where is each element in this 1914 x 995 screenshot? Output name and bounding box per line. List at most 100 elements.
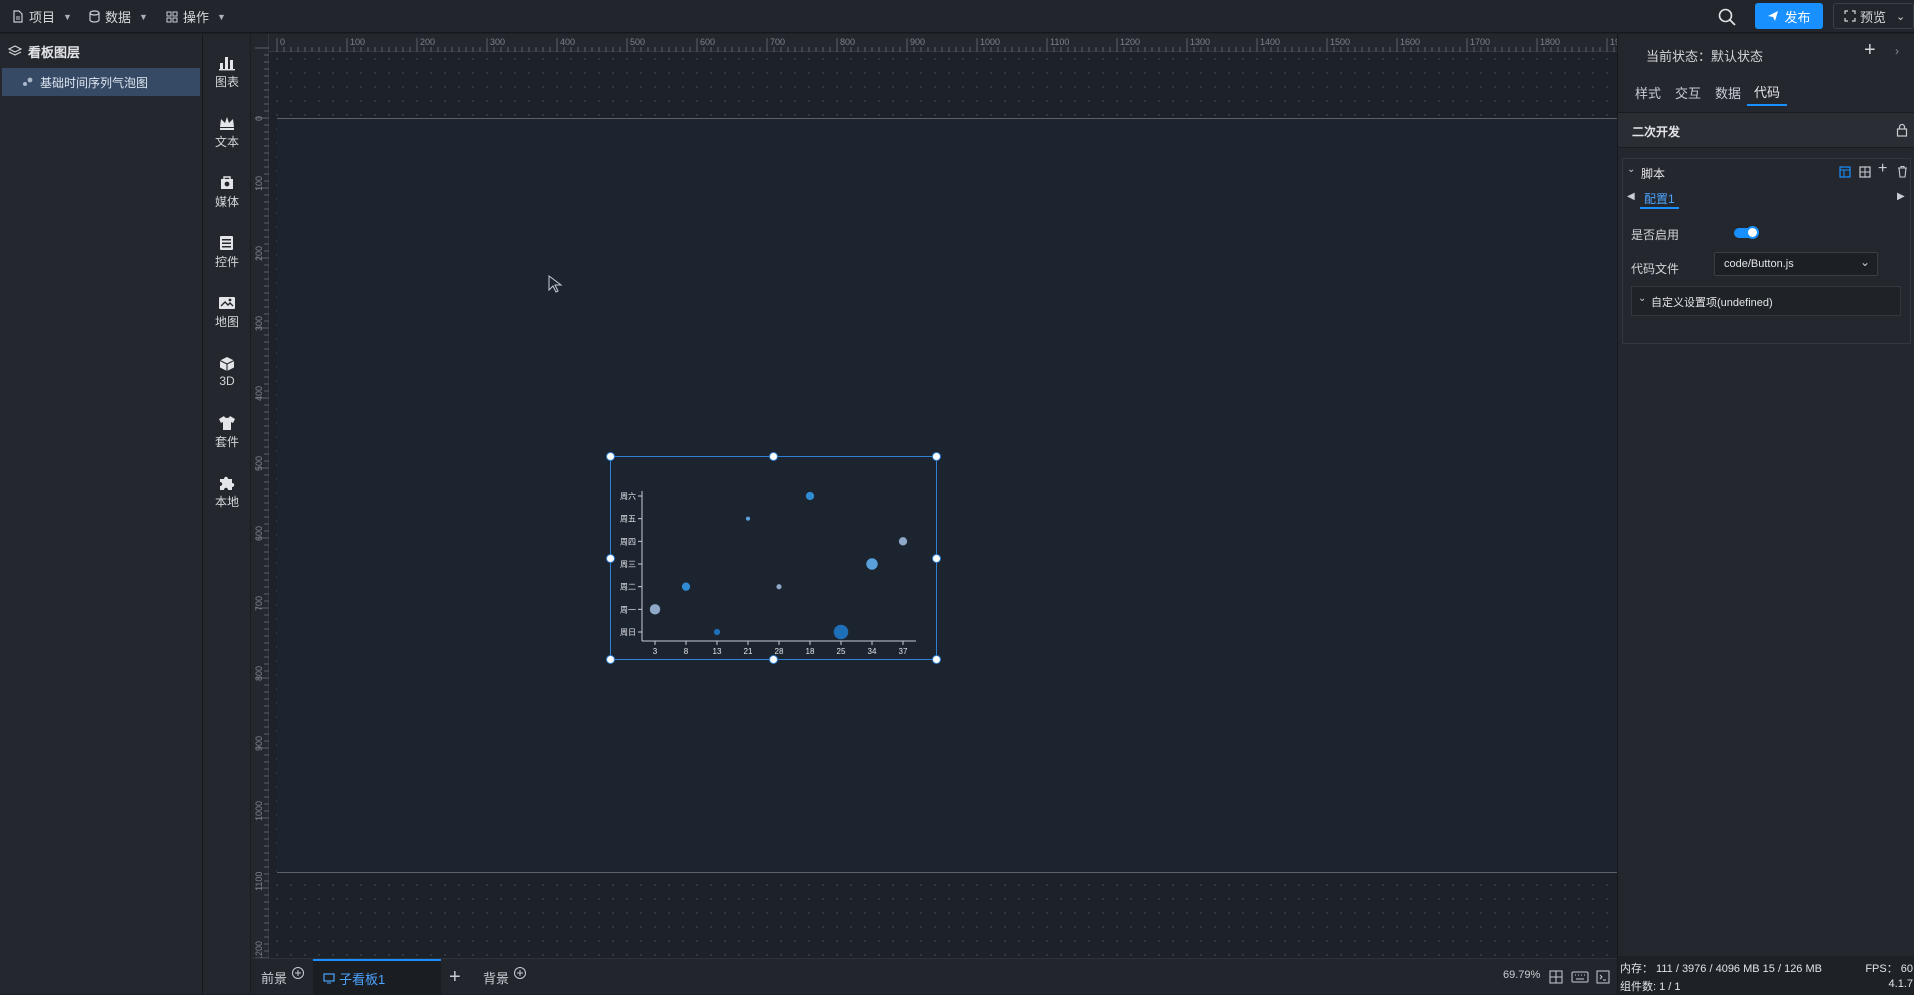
bubble-point[interactable] <box>649 604 661 615</box>
ruler-label: 800 <box>254 666 264 681</box>
state-bar: 当前状态：默认状态 + › <box>1618 34 1914 74</box>
tool-suite[interactable]: 套件 <box>203 406 251 458</box>
x-tick-label: 3 <box>653 647 658 656</box>
tool-3d[interactable]: 3D <box>203 346 251 398</box>
tool-media[interactable]: 媒体 <box>203 166 251 218</box>
tab-data[interactable]: 数据 <box>1710 78 1746 106</box>
menu-operation[interactable]: 操作 ▼ <box>166 0 226 33</box>
caret-left-icon[interactable]: ◀ <box>1627 191 1635 202</box>
tool-control-label: 控件 <box>214 254 239 269</box>
add-circle-icon[interactable] <box>513 966 527 980</box>
resize-handle-top-right[interactable] <box>932 452 941 461</box>
chevron-down-icon: ⌄ <box>1638 293 1647 304</box>
ruler-label: 900 <box>910 37 925 47</box>
ruler-label: 1300 <box>1190 37 1210 47</box>
tool-chart-label: 图表 <box>214 74 239 89</box>
y-tick-label: 周一 <box>620 605 636 614</box>
tab-background[interactable]: 背景 <box>483 959 527 995</box>
ruler-label: 400 <box>560 37 575 47</box>
tab-style[interactable]: 样式 <box>1630 78 1666 106</box>
tool-map[interactable]: 地图 <box>203 286 251 338</box>
ruler-label: 600 <box>700 37 715 47</box>
layer-item[interactable]: 基础时间序列气泡图 <box>2 68 200 96</box>
tool-local[interactable]: 本地 <box>203 466 251 518</box>
bar-chart-icon <box>219 56 235 70</box>
add-board-button[interactable]: + <box>449 959 461 995</box>
x-tick-label: 18 <box>806 647 815 656</box>
tab-foreground[interactable]: 前景 <box>261 959 305 995</box>
ruler-left[interactable]: 0 100 200 300 400 500 600 700 800 900 1000 1100 1200 <box>251 34 269 961</box>
tool-local-label: 本地 <box>214 494 239 509</box>
ruler-label: 100 <box>254 176 264 191</box>
script-title: 脚本 <box>1641 167 1666 181</box>
fit-screen-icon[interactable] <box>1549 970 1563 984</box>
crown-text-icon <box>220 116 234 130</box>
resize-handle-top-left[interactable] <box>606 452 615 461</box>
enable-label: 是否启用 <box>1631 228 1680 242</box>
ruler-label: 1200 <box>254 941 264 958</box>
ruler-left-scale: 0 100 200 300 400 500 600 700 800 900 1000 1100 1200 <box>254 47 269 961</box>
tab-sub-board-1[interactable]: 子看板1 <box>313 959 441 995</box>
layer-panel: 看板图层 基础时间序列气泡图 <box>0 34 203 994</box>
bubble-point[interactable] <box>776 584 782 590</box>
add-circle-icon[interactable] <box>291 966 305 980</box>
resize-handle-left[interactable] <box>606 554 615 563</box>
resize-handle-bottom[interactable] <box>769 655 778 664</box>
dashboard-board[interactable] <box>277 118 1617 873</box>
bubble-chart-widget[interactable]: 周日 周一 周二 周三 周四 周五 周六 3 8 13 21 28 18 25 34 37 <box>606 452 941 664</box>
resize-handle-bottom-left[interactable] <box>606 655 615 664</box>
x-tick-label: 37 <box>899 647 908 656</box>
config-tab-1[interactable]: 配置1 <box>1640 187 1679 209</box>
bubble-point[interactable] <box>681 582 691 591</box>
code-file-label: 代码文件 <box>1631 262 1680 276</box>
canvas-area[interactable]: 周日 周一 周二 周三 周四 周五 周六 3 8 13 21 28 18 25 34 37 <box>270 52 1617 958</box>
lock-icon[interactable] <box>1896 123 1908 137</box>
preview-button[interactable]: 预览 ⌄ <box>1833 3 1914 29</box>
script-header[interactable]: ⌄ 脚本 + <box>1623 159 1910 185</box>
layer-item-label: 基础时间序列气泡图 <box>40 75 149 90</box>
zoom-level[interactable]: 69.79% <box>1503 969 1540 981</box>
resize-handle-bottom-right[interactable] <box>932 655 941 664</box>
add-state-button[interactable]: + <box>1864 39 1876 62</box>
bubble-point[interactable] <box>745 516 751 521</box>
bubble-point[interactable] <box>805 491 815 501</box>
layout-icon[interactable] <box>1839 166 1851 178</box>
publish-button[interactable]: 发布 <box>1755 3 1823 29</box>
keyboard-icon[interactable] <box>1571 971 1589 983</box>
properties-panel: 当前状态：默认状态 + › 样式 交互 数据 代码 二次开发 ⌄ 脚本 + ◀ … <box>1617 34 1914 994</box>
search-button[interactable] <box>1716 6 1738 28</box>
tab-interaction[interactable]: 交互 <box>1670 78 1706 106</box>
tab-code[interactable]: 代码 <box>1747 78 1787 106</box>
ruler-label: 100 <box>350 37 365 47</box>
status-bar: 内存： 111 / 3976 / 4096 MB 15 / 126 MB FPS… <box>1618 956 1914 994</box>
scatter-icon <box>23 77 33 86</box>
add-script-button[interactable]: + <box>1878 160 1887 178</box>
chevron-right-icon[interactable]: › <box>1895 44 1899 58</box>
bubble-point[interactable] <box>833 624 849 640</box>
preview-label: 预览 <box>1860 9 1887 25</box>
menu-project-label: 项目 <box>29 10 56 25</box>
custom-settings-collapse[interactable]: ⌄ 自定义设置项(undefined) <box>1631 286 1901 316</box>
tool-text-label: 文本 <box>214 134 239 149</box>
bubble-point[interactable] <box>713 628 721 636</box>
bubble-point[interactable] <box>866 558 878 570</box>
resize-handle-right[interactable] <box>932 554 941 563</box>
menu-data[interactable]: 数据 ▼ <box>89 0 148 33</box>
trash-icon[interactable] <box>1897 165 1908 178</box>
tool-text[interactable]: 文本 <box>203 106 251 158</box>
ruler-top[interactable]: 0 100 200 300 400 500 600 700 800 900 1000 1100 1200… <box>251 34 1630 52</box>
ruler-label: 500 <box>630 37 645 47</box>
tool-control[interactable]: 控件 <box>203 226 251 278</box>
chevron-down-icon: ▼ <box>139 11 148 22</box>
menu-project[interactable]: 项目 ▼ <box>12 0 72 33</box>
enable-toggle[interactable] <box>1734 226 1759 239</box>
x-tick-label: 25 <box>837 647 846 656</box>
caret-right-icon[interactable]: ▶ <box>1897 191 1905 202</box>
code-file-select[interactable]: code/Button.js ⌄ <box>1714 252 1878 276</box>
terminal-icon[interactable] <box>1596 970 1610 984</box>
grid-layout-icon[interactable] <box>1859 166 1871 178</box>
tool-media-label: 媒体 <box>214 194 239 209</box>
resize-handle-top[interactable] <box>769 452 778 461</box>
tool-chart[interactable]: 图表 <box>203 46 251 98</box>
bubble-point[interactable] <box>898 537 908 546</box>
